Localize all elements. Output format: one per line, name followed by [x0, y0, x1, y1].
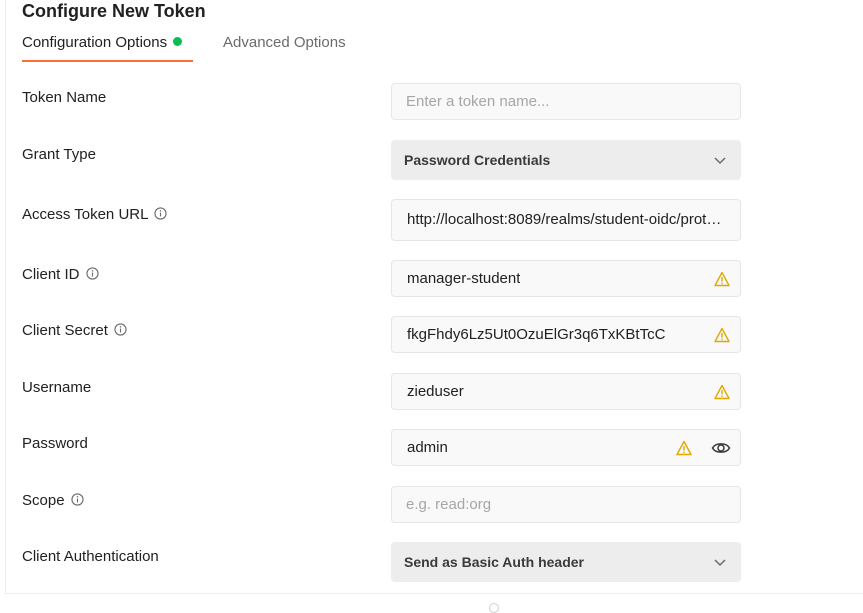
info-circle-icon[interactable]: [154, 207, 168, 220]
access-token-url-label: Access Token URL: [22, 205, 168, 225]
chevron-down-icon: [714, 559, 726, 567]
client-id-field[interactable]: manager-student: [391, 260, 741, 297]
scope-label: Scope: [22, 491, 84, 511]
tab-advanced-options[interactable]: Advanced Options: [223, 33, 346, 53]
client-authentication-select[interactable]: Send as Basic Auth header: [391, 542, 741, 582]
grant-type-select[interactable]: Password Credentials: [391, 140, 741, 180]
client-id-value[interactable]: manager-student: [407, 269, 520, 289]
tab-configuration-options[interactable]: Configuration Options: [22, 33, 183, 53]
resize-handle[interactable]: [489, 603, 499, 613]
warning-triangle-icon: [676, 440, 692, 456]
warning-triangle-icon: [714, 271, 730, 287]
username-label: Username: [22, 379, 92, 396]
active-tab-indicator: [22, 60, 193, 62]
status-dot: [173, 37, 183, 46]
client-secret-label: Client Secret: [22, 321, 127, 341]
token-name-field[interactable]: [391, 83, 741, 120]
username-field[interactable]: zieduser: [391, 373, 741, 410]
client-id-label: Client ID: [22, 265, 99, 285]
access-token-url-value[interactable]: http://localhost:8089/realms/student-oid…: [407, 210, 727, 230]
client-authentication-label: Client Authentication: [22, 548, 159, 565]
client-authentication-value: Send as Basic Auth header: [404, 554, 584, 570]
tab-label: Configuration Options: [22, 34, 168, 51]
info-circle-icon[interactable]: [85, 267, 99, 280]
password-value[interactable]: admin: [407, 438, 448, 458]
password-label: Password: [22, 435, 88, 452]
token-name-input[interactable]: [392, 84, 740, 119]
token-name-label: Token Name: [22, 89, 107, 106]
client-secret-field[interactable]: fkgFhdy6Lz5Ut0OzuElGr3q6TxKBtTcC: [391, 316, 741, 353]
scope-field[interactable]: [391, 486, 741, 523]
page-title: Configure New Token: [22, 1, 206, 21]
info-circle-icon[interactable]: [114, 323, 127, 336]
chevron-down-icon: [714, 157, 726, 165]
client-secret-value[interactable]: fkgFhdy6Lz5Ut0OzuElGr3q6TxKBtTcC: [407, 325, 665, 345]
grant-type-label: Grant Type: [22, 146, 96, 163]
grant-type-value: Password Credentials: [404, 152, 551, 168]
password-field[interactable]: admin: [391, 429, 741, 466]
eye-icon[interactable]: [711, 439, 731, 457]
info-circle-icon[interactable]: [70, 493, 84, 506]
warning-triangle-icon: [714, 327, 730, 343]
warning-triangle-icon: [714, 384, 730, 400]
access-token-url-field[interactable]: http://localhost:8089/realms/student-oid…: [391, 199, 741, 241]
username-value[interactable]: zieduser: [407, 382, 464, 402]
scope-input[interactable]: [392, 487, 740, 522]
